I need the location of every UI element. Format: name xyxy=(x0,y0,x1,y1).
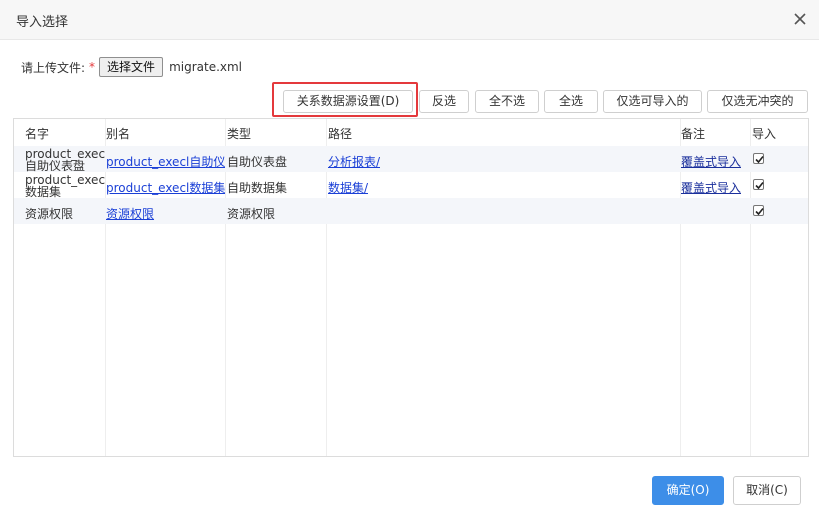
import-checkbox[interactable] xyxy=(753,153,764,164)
table-row[interactable]: product_execl 自助仪表盘 product_execl自助仪表 自助仪… xyxy=(14,146,808,172)
row-alias-link[interactable]: product_execl数据集 xyxy=(106,179,225,196)
row-remark-link[interactable]: 覆盖式导入 xyxy=(681,179,741,196)
row-type: 资源权限 xyxy=(227,207,276,221)
table-row[interactable]: product_execl 数据集 product_execl数据集 自助数据集 … xyxy=(14,172,808,198)
datasource-settings-button[interactable]: 关系数据源设置(D) xyxy=(283,90,413,113)
cancel-button[interactable]: 取消(C) xyxy=(733,476,801,505)
column-header-type: 类型 xyxy=(227,127,252,141)
select-none-button[interactable]: 全不选 xyxy=(475,90,539,113)
select-all-button[interactable]: 全选 xyxy=(544,90,598,113)
dialog-title-bar: 导入选择 xyxy=(0,0,819,40)
row-alias-link[interactable]: 资源权限 xyxy=(106,205,225,222)
invert-selection-button[interactable]: 反选 xyxy=(419,90,469,113)
select-importable-button[interactable]: 仅选可导入的 xyxy=(603,90,702,113)
import-selection-dialog: 导入选择 请上传文件: * 选择文件 migrate.xml 关系数据源设置(D… xyxy=(0,0,819,506)
row-name: product_execl 数据集 xyxy=(25,174,105,198)
upload-row: 请上传文件: * 选择文件 migrate.xml xyxy=(21,56,242,78)
column-header-import: 导入 xyxy=(752,127,777,141)
row-type: 自助数据集 xyxy=(227,181,288,195)
import-checkbox[interactable] xyxy=(753,179,764,190)
table-row[interactable]: 资源权限 资源权限 资源权限 xyxy=(14,198,808,224)
row-type: 自助仪表盘 xyxy=(227,155,288,169)
import-table: 名字 别名 类型 路径 备注 导入 product_execl 自助仪表盘 pro… xyxy=(13,118,809,457)
row-remark-link[interactable]: 覆盖式导入 xyxy=(681,153,741,170)
dialog-title: 导入选择 xyxy=(16,15,69,30)
file-name: migrate.xml xyxy=(169,60,243,74)
column-header-alias: 别名 xyxy=(106,127,131,141)
column-header-remark: 备注 xyxy=(681,127,706,141)
row-path-link[interactable]: 数据集/ xyxy=(328,179,368,196)
upload-label: 请上传文件: xyxy=(21,60,86,75)
column-header-path: 路径 xyxy=(328,127,353,141)
row-name: 资源权限 xyxy=(25,207,74,221)
close-icon[interactable] xyxy=(791,10,809,28)
row-alias-link[interactable]: product_execl自助仪表 xyxy=(106,153,225,170)
row-name: product_execl 自助仪表盘 xyxy=(25,148,105,172)
required-star: * xyxy=(89,60,96,74)
import-checkbox[interactable] xyxy=(753,205,764,216)
column-header-name: 名字 xyxy=(25,127,50,141)
row-path-link[interactable]: 分析报表/ xyxy=(328,153,380,170)
choose-file-button[interactable]: 选择文件 xyxy=(99,57,164,77)
select-no-conflict-button[interactable]: 仅选无冲突的 xyxy=(707,90,808,113)
confirm-button[interactable]: 确定(O) xyxy=(652,476,724,505)
